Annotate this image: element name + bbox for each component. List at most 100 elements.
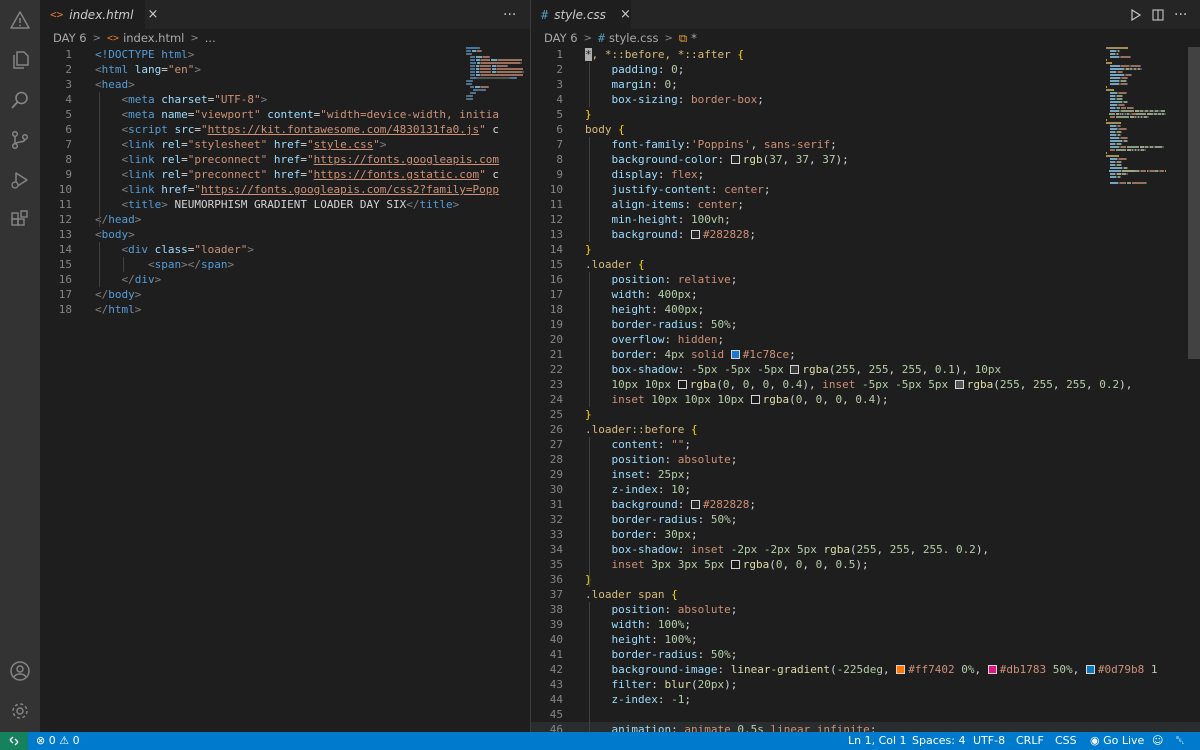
code-line[interactable]: 34 box-shadow: inset -2px -2px 5px rgba(… bbox=[531, 542, 1200, 557]
code-line[interactable]: 6 body { bbox=[531, 122, 1200, 137]
code-line[interactable]: 41 border-radius: 50%; bbox=[531, 647, 1200, 662]
code-line[interactable]: 37 .loader span { bbox=[531, 587, 1200, 602]
code-line[interactable]: 31 background: #282828; bbox=[531, 497, 1200, 512]
code-line[interactable]: 15 .loader { bbox=[531, 257, 1200, 272]
problems-indicator[interactable]: ⊗ 0 ⚠ 0 bbox=[36, 732, 80, 750]
color-swatch[interactable] bbox=[730, 350, 740, 359]
color-swatch[interactable] bbox=[896, 665, 906, 674]
code-line[interactable]: 6 <script src="https://kit.fontawesome.c… bbox=[40, 122, 530, 137]
language-mode[interactable]: CSS bbox=[1055, 732, 1077, 750]
code-editor-html[interactable]: 1 <!DOCTYPE html> 2 <html lang="en"> 3 <head>… bbox=[40, 47, 530, 317]
tab-style-css[interactable]: # style.css × bbox=[531, 0, 631, 29]
notifications-bell-icon[interactable]: ␇ bbox=[1176, 732, 1185, 750]
go-live-button[interactable]: ◉ Go Live bbox=[1090, 732, 1144, 750]
code-line[interactable]: 8 background-color: rgb(37, 37, 37); bbox=[531, 152, 1200, 167]
code-line[interactable]: 44 z-index: -1; bbox=[531, 692, 1200, 707]
code-line[interactable]: 10 justify-content: center; bbox=[531, 182, 1200, 197]
code-line[interactable]: 39 width: 100%; bbox=[531, 617, 1200, 632]
code-line[interactable]: 8 <link rel="preconnect" href="https://f… bbox=[40, 152, 530, 167]
code-line[interactable]: 2 <html lang="en"> bbox=[40, 62, 530, 77]
code-line[interactable]: 22 box-shadow: -5px -5px -5px rgba(255, … bbox=[531, 362, 1200, 377]
code-line[interactable]: 29 inset: 25px; bbox=[531, 467, 1200, 482]
end-of-line[interactable]: CRLF bbox=[1016, 732, 1044, 750]
color-swatch[interactable] bbox=[677, 380, 687, 389]
code-line[interactable]: 43 filter: blur(20px); bbox=[531, 677, 1200, 692]
code-line[interactable]: 42 background-image: linear-gradient(-22… bbox=[531, 662, 1200, 677]
color-swatch[interactable] bbox=[987, 665, 997, 674]
code-line[interactable]: 4 box-sizing: border-box; bbox=[531, 92, 1200, 107]
code-line[interactable]: 14} bbox=[531, 242, 1200, 257]
breadcrumb-folder[interactable]: DAY 6 bbox=[544, 31, 578, 45]
tab-index-html[interactable]: <> index.html × bbox=[40, 0, 158, 29]
source-control-icon[interactable] bbox=[8, 128, 32, 152]
close-icon[interactable]: × bbox=[620, 7, 631, 22]
code-line[interactable]: 1 *, *::before, *::after { bbox=[531, 47, 1200, 62]
code-editor-css[interactable]: 1 *, *::before, *::after {2 padding: 0; 3 … bbox=[531, 47, 1200, 732]
warning-icon[interactable] bbox=[8, 8, 32, 32]
code-line[interactable]: 46 animation: animate 0.5s linear infini… bbox=[531, 722, 1200, 732]
code-line[interactable]: 19 border-radius: 50%; bbox=[531, 317, 1200, 332]
code-line[interactable]: 7 <link rel="stylesheet" href="style.css… bbox=[40, 137, 530, 152]
breadcrumb-file[interactable]: index.html bbox=[123, 31, 184, 45]
code-line[interactable]: 12 </head> bbox=[40, 212, 530, 227]
code-line[interactable]: 13 <body> bbox=[40, 227, 530, 242]
code-line[interactable]: 11 <title> NEUMORPHISM GRADIENT LOADER D… bbox=[40, 197, 530, 212]
indentation[interactable]: Spaces: 4 bbox=[912, 732, 965, 750]
account-icon[interactable] bbox=[8, 659, 32, 683]
color-swatch[interactable] bbox=[690, 230, 700, 239]
code-line[interactable]: 30 z-index: 10; bbox=[531, 482, 1200, 497]
color-swatch[interactable] bbox=[750, 395, 760, 404]
code-line[interactable]: 17 </body> bbox=[40, 287, 530, 302]
extensions-icon[interactable] bbox=[8, 208, 32, 232]
code-line[interactable]: 17 width: 400px; bbox=[531, 287, 1200, 302]
code-line[interactable]: 23 10px 10px rgba(0, 0, 0, 0.4), inset -… bbox=[531, 377, 1200, 392]
color-swatch[interactable] bbox=[730, 155, 740, 164]
code-line[interactable]: 27 content: ""; bbox=[531, 437, 1200, 452]
code-line[interactable]: 18 height: 400px; bbox=[531, 302, 1200, 317]
code-line[interactable]: 18 </html> bbox=[40, 302, 530, 317]
remote-icon[interactable] bbox=[0, 732, 28, 750]
close-icon[interactable]: × bbox=[147, 7, 158, 22]
color-swatch[interactable] bbox=[730, 560, 740, 569]
code-line[interactable]: 14 <div class="loader"> bbox=[40, 242, 530, 257]
breadcrumb-folder[interactable]: DAY 6 bbox=[53, 31, 87, 45]
code-line[interactable]: 5 <meta name="viewport" content="width=d… bbox=[40, 107, 530, 122]
encoding[interactable]: UTF-8 bbox=[973, 732, 1005, 750]
more-actions-icon[interactable]: ··· bbox=[503, 0, 516, 29]
search-icon[interactable] bbox=[8, 88, 32, 112]
code-line[interactable]: 24 inset 10px 10px 10px rgba(0, 0, 0, 0.… bbox=[531, 392, 1200, 407]
code-line[interactable]: 3 <head> bbox=[40, 77, 530, 92]
code-line[interactable]: 32 border-radius: 50%; bbox=[531, 512, 1200, 527]
code-line[interactable]: 36} bbox=[531, 572, 1200, 587]
minimap[interactable] bbox=[1106, 47, 1167, 185]
code-line[interactable]: 35 inset 3px 3px 5px rgba(0, 0, 0, 0.5); bbox=[531, 557, 1200, 572]
color-swatch[interactable] bbox=[1085, 665, 1095, 674]
code-line[interactable]: 10 <link href="https://fonts.googleapis.… bbox=[40, 182, 530, 197]
code-line[interactable]: 9 <link rel="preconnect" href="https://f… bbox=[40, 167, 530, 182]
code-line[interactable]: 11 align-items: center; bbox=[531, 197, 1200, 212]
code-line[interactable]: 3 margin: 0; bbox=[531, 77, 1200, 92]
cursor-position[interactable]: Ln 1, Col 1 bbox=[848, 732, 907, 750]
feedback-icon[interactable]: ☺ bbox=[1152, 732, 1163, 750]
code-line[interactable]: 21 border: 4px solid #1c78ce; bbox=[531, 347, 1200, 362]
code-line[interactable]: 26 .loader::before { bbox=[531, 422, 1200, 437]
code-line[interactable]: 1 <!DOCTYPE html> bbox=[40, 47, 530, 62]
color-swatch[interactable] bbox=[790, 365, 800, 374]
color-swatch[interactable] bbox=[690, 500, 700, 509]
code-line[interactable]: 9 display: flex; bbox=[531, 167, 1200, 182]
run-icon[interactable] bbox=[1130, 0, 1142, 29]
split-editor-icon[interactable] bbox=[1152, 0, 1164, 29]
code-line[interactable]: 33 border: 30px; bbox=[531, 527, 1200, 542]
color-swatch[interactable] bbox=[954, 380, 964, 389]
code-line[interactable]: 16 position: relative; bbox=[531, 272, 1200, 287]
code-line[interactable]: 25} bbox=[531, 407, 1200, 422]
code-line[interactable]: 38 position: absolute; bbox=[531, 602, 1200, 617]
minimap[interactable] bbox=[466, 47, 526, 101]
code-line[interactable]: 4 <meta charset="UTF-8"> bbox=[40, 92, 530, 107]
code-line[interactable]: 45 bbox=[531, 707, 1200, 722]
run-debug-icon[interactable] bbox=[8, 168, 32, 192]
code-line[interactable]: 2 padding: 0; bbox=[531, 62, 1200, 77]
more-actions-icon[interactable]: ··· bbox=[1174, 0, 1187, 29]
files-icon[interactable] bbox=[8, 48, 32, 72]
breadcrumb-file[interactable]: style.css bbox=[609, 31, 659, 45]
